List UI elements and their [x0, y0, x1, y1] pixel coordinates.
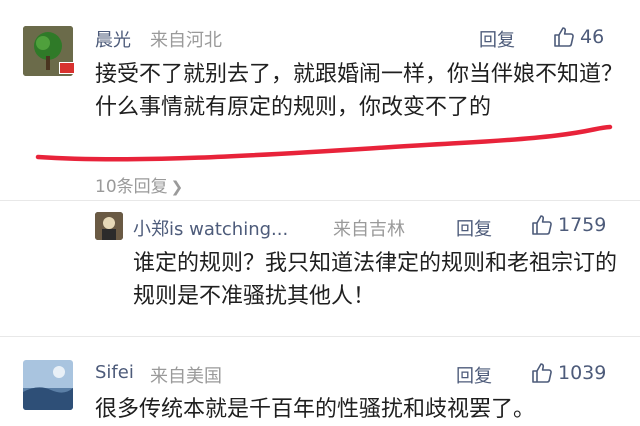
view-replies-link[interactable]: 10条回复 ❯	[95, 172, 183, 197]
like-button[interactable]: 1039	[530, 361, 606, 385]
comment-text: 很多传统本就是千百年的性骚扰和歧视罢了。	[95, 397, 536, 422]
thumbs-up-icon	[532, 363, 552, 383]
divider	[0, 336, 640, 337]
avatar[interactable]	[23, 360, 73, 410]
reply-button[interactable]: 回复	[456, 215, 492, 241]
comment-text: 谁定的规则？我只知道法律定的规则和老祖宗订的规则是不准骚扰其他人！	[133, 251, 618, 309]
chevron-right-icon: ❯	[170, 178, 184, 196]
username[interactable]: 小郑is watching...	[133, 215, 288, 241]
like-button[interactable]: 1759	[530, 213, 606, 237]
like-count: 1759	[558, 214, 607, 236]
replies-count-label: 10条回复	[95, 177, 168, 197]
location-label: 来自吉林	[333, 219, 405, 240]
location-label: 来自美国	[150, 366, 222, 387]
divider	[0, 200, 640, 201]
avatar[interactable]	[95, 212, 123, 240]
username[interactable]: Sifei	[95, 362, 134, 383]
reply-button[interactable]: 回复	[456, 362, 492, 388]
thumbs-up-icon	[532, 215, 552, 235]
like-count: 1039	[558, 362, 607, 384]
